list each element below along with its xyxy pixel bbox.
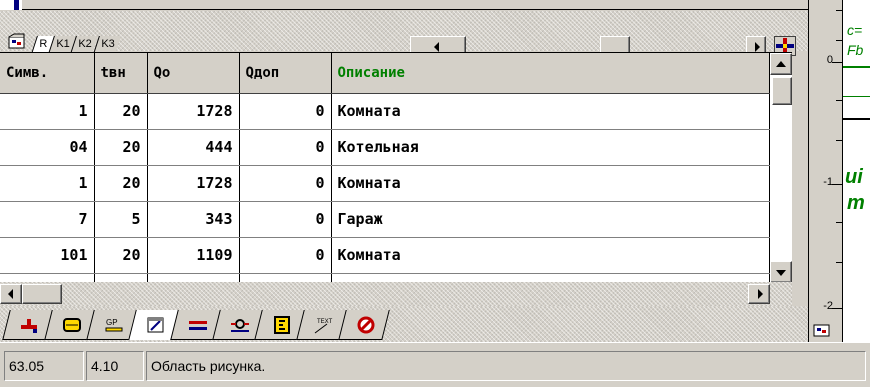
- cell-qadd[interactable]: 0: [239, 129, 332, 166]
- text-label: TEXT: [317, 319, 333, 325]
- toolbar-tab-prohibit[interactable]: [338, 310, 390, 340]
- col-header-qadd[interactable]: Qдоп: [239, 53, 332, 94]
- drawing-text: ui: [845, 166, 863, 188]
- ruler-label: -1: [823, 176, 833, 188]
- cell-description[interactable]: Комната: [331, 165, 770, 202]
- sheet-tabs: R K1 K2 K3: [31, 22, 122, 54]
- scroll-right-button[interactable]: [748, 284, 770, 304]
- cell-qo[interactable]: 1728: [147, 165, 240, 202]
- cell-tin[interactable]: 20: [94, 165, 148, 202]
- drawing-line: [843, 118, 870, 120]
- cell-qadd[interactable]: 0: [239, 237, 332, 274]
- cell-tin[interactable]: 20: [94, 237, 148, 274]
- data-grid: Симв. tвн Qo Qдоп Описание 1 20 1728 0 К…: [0, 52, 792, 285]
- cell-qadd[interactable]: 0: [239, 201, 332, 238]
- table-header-row: Симв. tвн Qo Qдоп Описание: [0, 53, 770, 94]
- vertical-ruler: 0 -1 -2: [809, 0, 843, 342]
- cell-qo[interactable]: 1109: [147, 237, 240, 274]
- gp-label: GP: [106, 318, 118, 327]
- cell-symbol[interactable]: 04: [0, 129, 95, 166]
- cell-symbol[interactable]: 1: [0, 165, 95, 202]
- cell-symbol[interactable]: 7: [0, 201, 95, 238]
- cell-description[interactable]: Гараж: [331, 201, 770, 238]
- rooms-table: Симв. tвн Qo Qдоп Описание 1 20 1728 0 К…: [0, 53, 770, 285]
- scroll-down-button[interactable]: [770, 261, 792, 283]
- status-y-coordinate: 4.10: [86, 351, 144, 381]
- status-x-coordinate: 63.05: [4, 351, 84, 381]
- scroll-up-button[interactable]: [770, 53, 792, 75]
- col-header-description[interactable]: Описание: [331, 53, 770, 94]
- cell-description[interactable]: Комната: [331, 237, 770, 274]
- pipes-icon: [187, 316, 209, 334]
- pump-icon: [229, 316, 251, 334]
- drawing-panel[interactable]: 0 -1 -2 c= Fb ui m: [808, 0, 870, 342]
- cell-qadd[interactable]: 0: [239, 93, 332, 130]
- panel-tools-icon[interactable]: [809, 318, 835, 342]
- drawing-area-icon: [145, 316, 167, 334]
- gp-icon: GP: [103, 316, 125, 334]
- top-strip: [0, 0, 808, 10]
- sheet-tab-bar: R K1 K2 K3: [0, 11, 808, 58]
- ruler-label: -2: [823, 300, 833, 312]
- prohibit-icon: [355, 316, 377, 334]
- cell-description[interactable]: Котельная: [331, 129, 770, 166]
- cell-tin[interactable]: 20: [94, 129, 148, 166]
- table-row[interactable]: 1 20 1728 0 Комната: [0, 165, 770, 202]
- cell-qadd[interactable]: 0: [239, 165, 332, 202]
- col-header-symbol[interactable]: Симв.: [0, 53, 95, 94]
- cell-description[interactable]: Комната: [331, 93, 770, 130]
- grid-scroll-thumb[interactable]: [772, 77, 792, 105]
- drawing-text: Fb: [847, 42, 864, 58]
- table-row[interactable]: 1 20 1728 0 Комната: [0, 93, 770, 130]
- col-header-qo[interactable]: Qo: [147, 53, 240, 94]
- horizontal-scroll-thumb[interactable]: [22, 284, 62, 304]
- grid-vertical-scrollbar[interactable]: [770, 53, 792, 283]
- table-row[interactable]: 101 20 1109 0 Комната: [0, 237, 770, 274]
- cell-tin[interactable]: 20: [94, 93, 148, 130]
- table-row[interactable]: 04 20 444 0 Котельная: [0, 129, 770, 166]
- text-icon: TEXT: [313, 316, 335, 334]
- cell-symbol[interactable]: 101: [0, 237, 95, 274]
- status-bar: 63.05 4.10 Область рисунка.: [0, 342, 870, 387]
- valve-icon: [19, 316, 41, 334]
- cell-qo[interactable]: 343: [147, 201, 240, 238]
- grid-horizontal-scrollbar[interactable]: [0, 282, 792, 306]
- drawing-text: m: [847, 192, 865, 214]
- scroll-left-button[interactable]: [0, 284, 22, 304]
- cell-qo[interactable]: 444: [147, 129, 240, 166]
- col-header-tin[interactable]: tвн: [94, 53, 148, 94]
- status-message: Область рисунка.: [146, 351, 866, 381]
- cell-tin[interactable]: 5: [94, 201, 148, 238]
- radiator-icon: [61, 316, 83, 334]
- drawing-line: [843, 66, 870, 68]
- cell-symbol[interactable]: 1: [0, 93, 95, 130]
- ruler-label: 0: [826, 54, 833, 66]
- cell-qo[interactable]: 1728: [147, 93, 240, 130]
- corner-marker: [0, 0, 22, 10]
- toolbar-tabs: GP TEXT: [0, 306, 808, 342]
- schedule-icon: [271, 316, 293, 334]
- drawing-text: c=: [847, 22, 863, 38]
- drawing-line: [843, 96, 870, 97]
- table-row[interactable]: 7 5 343 0 Гараж: [0, 201, 770, 238]
